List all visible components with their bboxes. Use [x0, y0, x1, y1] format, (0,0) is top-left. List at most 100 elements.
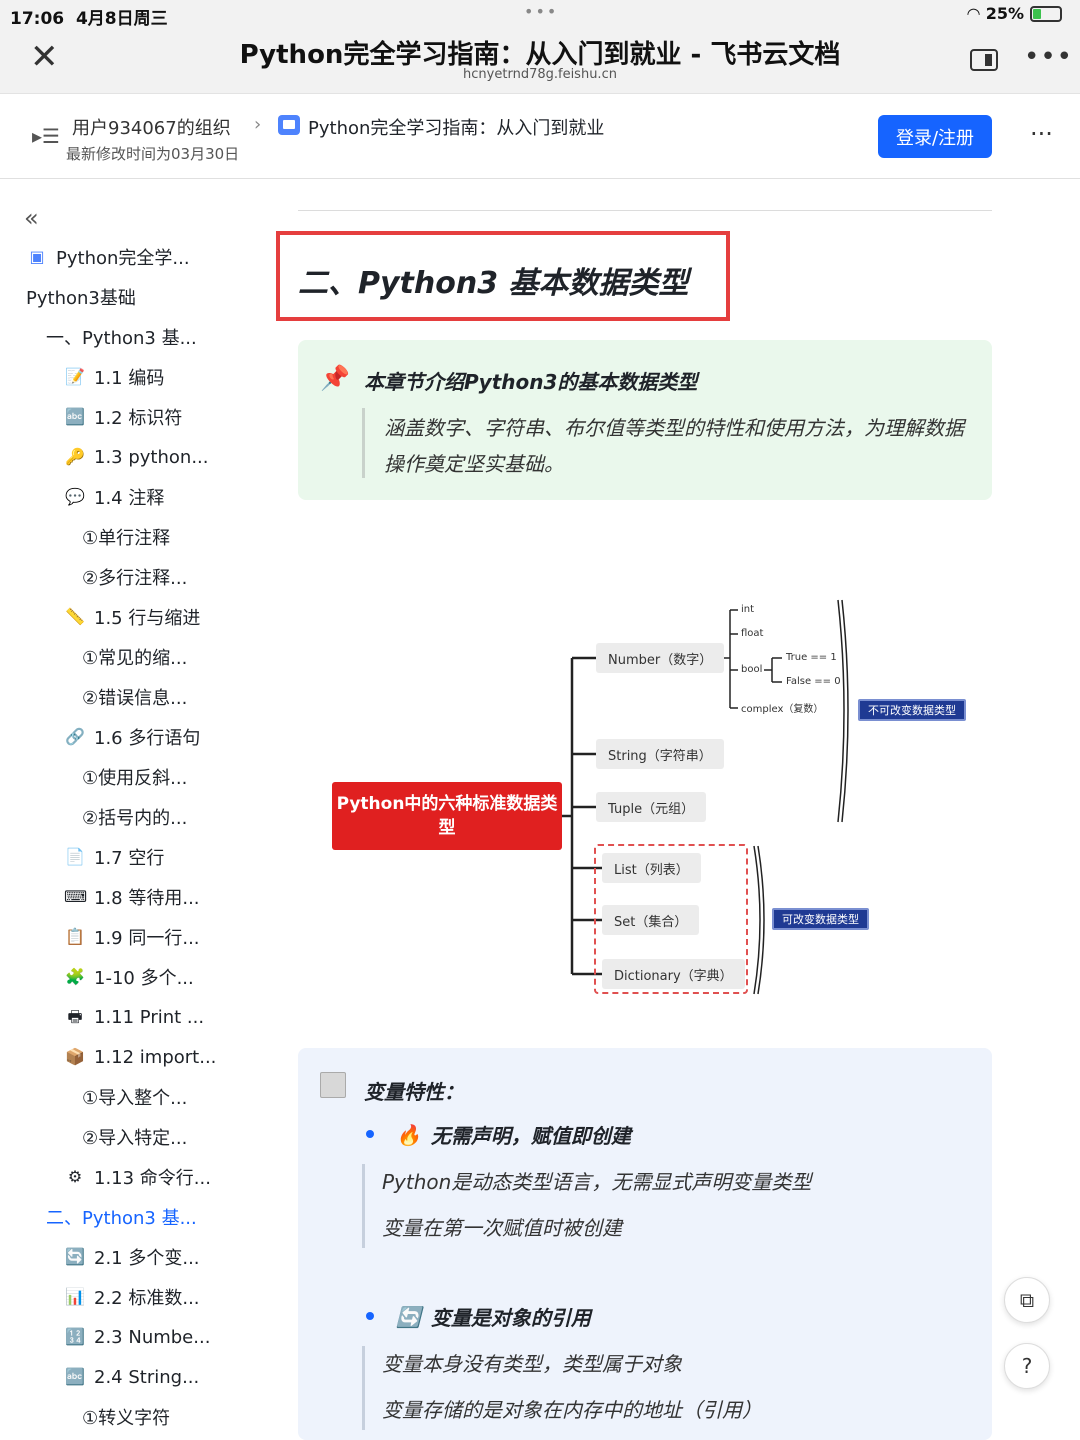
gear-icon: ⚙ [67, 1167, 83, 1186]
callout-body: 涵盖数字、字符串、布尔值等类型的特性和使用方法，为理解数据操作奠定坚实基础。 [384, 416, 964, 476]
point-2-line-2: 变量存储的是对象在内存中的地址（引用） [382, 1398, 762, 1422]
sidebar-item[interactable]: ①使用反斜... [82, 762, 187, 792]
bullet-dot [366, 1130, 374, 1138]
doc-header: ▸☰ 用户934067的组织 › Python完全学习指南：从入门到就业 最新修… [0, 94, 1080, 179]
sidebar-item[interactable]: ①导入整个... [82, 1082, 187, 1112]
breadcrumb-org[interactable]: 用户934067的组织 [72, 114, 231, 140]
sidebar-item-label: 1.12 import... [94, 1046, 217, 1068]
chevron-right-icon: › [254, 114, 262, 135]
sidebar-item-label: ①转义字符 [82, 1408, 171, 1429]
collapse-sidebar-icon[interactable]: « [24, 204, 39, 232]
scroll-icon [320, 1072, 346, 1098]
sidebar-item[interactable]: 📦 1.12 import... [64, 1042, 216, 1072]
sidebar-item[interactable]: 二、Python3 基... [46, 1202, 197, 1232]
sidebar-item-label: ①使用反斜... [82, 768, 188, 789]
sidebar-item[interactable]: ①单行注释 [82, 522, 170, 552]
sidebar-item-label: Python3基础 [26, 288, 136, 309]
puzzle-icon: 🧩 [65, 967, 85, 986]
sidebar-item-label: 2.4 String... [94, 1366, 200, 1388]
sidebar-item-label: ②错误信息... [82, 688, 188, 709]
sidebar-item-label: ②括号内的... [82, 808, 188, 829]
wifi-icon: ◠ [967, 4, 980, 23]
sidebar-item-label: 1.8 等待用... [94, 888, 200, 909]
sidebar-item-label: 一、Python3 基... [46, 328, 197, 349]
sidebar-item[interactable]: ②错误信息... [82, 682, 187, 712]
key-icon: 🔑 [65, 447, 85, 466]
multitask-dots[interactable]: ••• [524, 2, 558, 21]
point-2-title: 🔄 变量是对象的引用 [396, 1304, 591, 1331]
sidebar-item[interactable]: 💬 1.4 注释 [64, 482, 164, 512]
repeat-icon: 🔄 [396, 1304, 421, 1329]
login-button[interactable]: 登录/注册 [878, 115, 992, 158]
leaf-false: False == 0 [786, 676, 841, 687]
sidebar-item-label: 2.1 多个变... [94, 1248, 200, 1269]
pushpin-icon: 📌 [320, 364, 350, 392]
doc-content: 二、Python3 基本数据类型 📌 本章节介绍Python3的基本数据类型 涵… [260, 180, 1080, 1440]
abc-icon: 🔤 [65, 1367, 85, 1386]
leaf-float: float [741, 628, 764, 639]
sidebar-item-label: 1.6 多行语句 [94, 728, 201, 749]
package-icon: 📦 [65, 1047, 85, 1066]
callout-title: 本章节介绍Python3的基本数据类型 [364, 370, 698, 394]
callout-block: 📌 本章节介绍Python3的基本数据类型 涵盖数字、字符串、布尔值等类型的特性… [298, 340, 992, 500]
sidebar-item[interactable]: 📏 1.5 行与缩进 [64, 602, 200, 632]
abc-icon: 🔤 [65, 407, 85, 426]
sidebar-item-label: 1.7 空行 [94, 848, 165, 869]
sidebar-item[interactable]: 📝 1.1 编码 [64, 362, 164, 392]
page-url: hcnyetrnd78g.feishu.cn [463, 67, 617, 82]
speech-bubble-icon: 💬 [65, 487, 85, 506]
node-list: List（列表） [602, 853, 701, 883]
sidebar-item[interactable]: ⚙ 1.13 命令行... [64, 1162, 211, 1192]
tabs-icon[interactable] [970, 49, 998, 71]
sidebar-item[interactable]: ②导入特定... [82, 1122, 187, 1152]
sidebar-item[interactable]: ②多行注释... [82, 562, 187, 592]
sidebar-item[interactable]: 🔑 1.3 python... [64, 442, 208, 472]
sidebar-item[interactable]: 🧩 1-10 多个... [64, 962, 194, 992]
divider [298, 210, 992, 211]
node-dict: Dictionary（字典） [602, 959, 745, 989]
help-icon[interactable]: ? [1004, 1343, 1050, 1389]
sidebar-item-label: ②多行注释... [82, 568, 188, 589]
outline-toggle-icon[interactable]: ▸☰ [32, 124, 60, 148]
battery-icon [1030, 5, 1062, 22]
outline-fab-icon[interactable]: ⧉ [1004, 1277, 1050, 1323]
sidebar-item-label: 1.5 行与缩进 [94, 608, 201, 629]
sidebar-item[interactable]: 🔤 1.2 标识符 [64, 402, 182, 432]
sidebar-item-label: 二、Python3 基... [46, 1208, 197, 1229]
sidebar-item[interactable]: 🔢 2.3 Numbe... [64, 1322, 210, 1352]
sidebar-item[interactable]: ①常见的缩... [82, 642, 187, 672]
sidebar-item[interactable]: 🖶 1.11 Print ... [64, 1002, 204, 1032]
leaf-int: int [741, 604, 755, 615]
sidebar-item[interactable]: 一、Python3 基... [46, 322, 197, 352]
sidebar-item[interactable]: 🔤 2.4 String... [64, 1362, 199, 1392]
bar-chart-icon: 📊 [65, 1287, 85, 1306]
node-number: Number（数字） [596, 643, 725, 673]
doc-more-icon[interactable]: ··· [1030, 120, 1053, 148]
more-icon[interactable]: ••• [1024, 42, 1073, 72]
ruler-icon: 📏 [65, 607, 85, 626]
sidebar-item-label: 1-10 多个... [94, 968, 194, 989]
modified-time: 最新修改时间为03月30日 [66, 145, 240, 163]
sidebar-item[interactable]: 📄 1.7 空行 [64, 842, 164, 872]
sidebar-item[interactable]: ①转义字符 [82, 1402, 170, 1432]
link-icon: 🔗 [65, 727, 85, 746]
tag-mutable: 可改变数据类型 [772, 908, 869, 930]
point-1-line-1: Python是动态类型语言，无需显式声明变量类型 [382, 1170, 812, 1194]
sidebar-item[interactable]: 📋 1.9 同一行... [64, 922, 199, 952]
variables-block: 变量特性： 🔥 无需声明，赋值即创建 Python是动态类型语言，无需显式声明变… [298, 1048, 992, 1440]
sidebar-item[interactable]: 📊 2.2 标准数... [64, 1282, 199, 1312]
sidebar-item[interactable]: ▣ Python完全学... [26, 242, 189, 272]
quote-bar [362, 1346, 365, 1430]
sidebar-item[interactable]: ⌨ 1.8 等待用... [64, 882, 200, 912]
sidebar-item-label: ①常见的缩... [82, 648, 188, 669]
sidebar-item[interactable]: Python3基础 [26, 282, 136, 312]
sidebar-item-label: 1.3 python... [94, 446, 209, 468]
sidebar-item[interactable]: 🔗 1.6 多行语句 [64, 722, 200, 752]
sidebar-item[interactable]: 🔄 2.1 多个变... [64, 1242, 200, 1272]
battery-percent: 25% [985, 4, 1024, 23]
breadcrumb-doc[interactable]: Python完全学习指南：从入门到就业 [308, 114, 604, 140]
page-icon: 📄 [65, 847, 85, 866]
leaf-bool: bool [741, 664, 763, 675]
sidebar-item[interactable]: ②括号内的... [82, 802, 187, 832]
doc-icon [278, 115, 300, 135]
